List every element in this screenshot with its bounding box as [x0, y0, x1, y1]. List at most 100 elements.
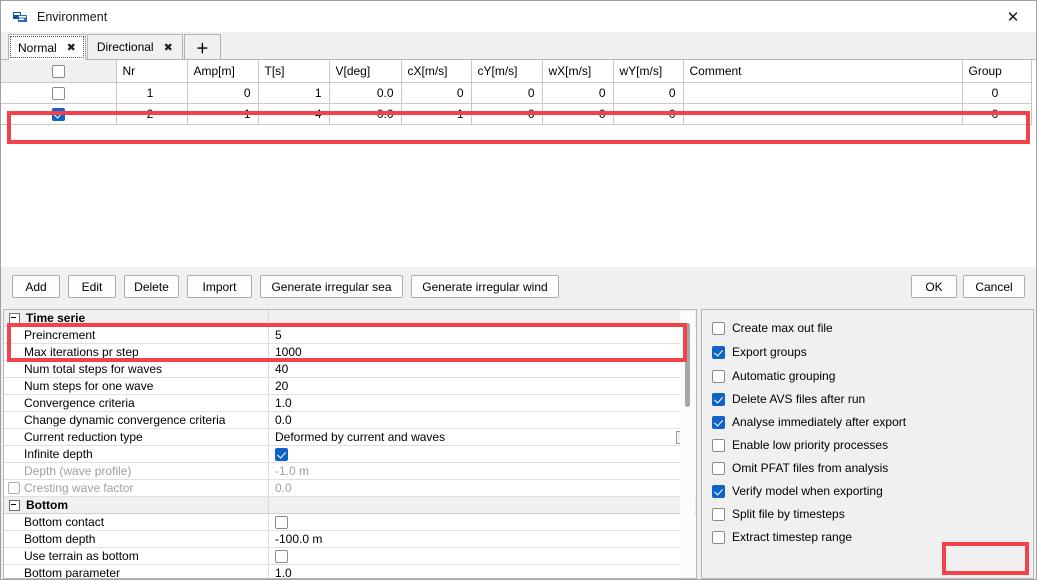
col-t[interactable]: T[s]: [258, 60, 330, 83]
property-value[interactable]: 5: [269, 327, 696, 343]
cancel-button[interactable]: Cancel: [963, 275, 1025, 298]
collapse-icon[interactable]: [9, 499, 20, 511]
table-row[interactable]: 1 0 1 0.0 0 0 0 0 0: [1, 82, 1032, 104]
close-icon[interactable]: ✕: [990, 1, 1036, 32]
infinite-depth-checkbox[interactable]: [275, 447, 288, 461]
option-split-file-by-timesteps[interactable]: Split file by timesteps: [712, 505, 845, 523]
generate-irregular-wind-button[interactable]: Generate irregular wind: [411, 275, 559, 298]
table-row[interactable]: 2 1 4 0.0 1 0 0 0 0: [1, 103, 1032, 125]
cell-wy[interactable]: 0: [613, 103, 684, 125]
ok-button[interactable]: OK: [911, 275, 957, 298]
automatic-grouping-checkbox[interactable]: [712, 369, 725, 383]
extract-timestep-range-checkbox[interactable]: [712, 530, 725, 544]
option-omit-pfat-files-from-analysis[interactable]: Omit PFAT files from analysis: [712, 459, 888, 477]
select-all-header[interactable]: [1, 60, 117, 83]
property-row-bottom-contact[interactable]: Bottom contact: [4, 514, 696, 531]
col-vdeg[interactable]: V[deg]: [329, 60, 402, 83]
tab-normal-close-icon[interactable]: ✖: [67, 41, 76, 54]
cell-amp[interactable]: 0: [187, 82, 259, 104]
col-wx[interactable]: wX[m/s]: [542, 60, 614, 83]
property-value[interactable]: 1.0: [269, 395, 696, 411]
property-group-time-serie[interactable]: Time serie: [4, 310, 696, 327]
property-value[interactable]: 40: [269, 361, 696, 377]
property-value[interactable]: [269, 548, 696, 564]
delete-button[interactable]: Delete: [124, 275, 179, 298]
export-groups-checkbox[interactable]: [712, 345, 725, 359]
option-verify-model-when-exporting[interactable]: Verify model when exporting: [712, 482, 883, 500]
col-nr[interactable]: Nr: [116, 60, 188, 83]
analyse-immediately-checkbox[interactable]: [712, 415, 725, 429]
cell-cx[interactable]: 1: [401, 103, 472, 125]
property-row-preincrement[interactable]: Preincrement 5: [4, 327, 696, 344]
option-enable-low-priority-processes[interactable]: Enable low priority processes: [712, 436, 888, 454]
tab-directional-close-icon[interactable]: ✖: [164, 41, 173, 54]
cell-amp[interactable]: 1: [187, 103, 259, 125]
property-value[interactable]: 1000: [269, 344, 696, 360]
col-amp[interactable]: Amp[m]: [187, 60, 259, 83]
row-select-cell[interactable]: [1, 103, 117, 125]
cell-vdeg[interactable]: 0.0: [329, 82, 402, 104]
col-wy[interactable]: wY[m/s]: [613, 60, 684, 83]
select-all-checkbox[interactable]: [51, 65, 65, 79]
property-value[interactable]: [269, 514, 696, 530]
scrollbar-thumb[interactable]: [685, 323, 690, 407]
property-row-current-reduction-type[interactable]: Current reduction type Deformed by curre…: [4, 429, 696, 446]
property-grid-scrollbar[interactable]: [680, 311, 695, 578]
cell-wx[interactable]: 0: [542, 82, 614, 104]
tab-directional[interactable]: Directional ✖: [86, 34, 183, 59]
tab-normal[interactable]: Normal ✖: [8, 34, 86, 60]
bottom-contact-checkbox[interactable]: [275, 515, 288, 529]
cell-t[interactable]: 1: [258, 82, 330, 104]
split-file-checkbox[interactable]: [712, 507, 725, 521]
import-button[interactable]: Import: [187, 275, 252, 298]
cell-group[interactable]: 0: [962, 82, 1032, 104]
property-value[interactable]: Deformed by current and waves: [269, 429, 696, 445]
generate-irregular-sea-button[interactable]: Generate irregular sea: [260, 275, 403, 298]
row-select-cell[interactable]: [1, 82, 117, 104]
property-row-change-dynamic-convergence-criteria[interactable]: Change dynamic convergence criteria 0.0: [4, 412, 696, 429]
enable-low-priority-checkbox[interactable]: [712, 438, 725, 452]
cell-cy[interactable]: 0: [471, 103, 543, 125]
option-delete-avs-files-after-run[interactable]: Delete AVS files after run: [712, 390, 865, 408]
edit-button[interactable]: Edit: [68, 275, 116, 298]
property-value[interactable]: 20: [269, 378, 696, 394]
use-terrain-as-bottom-checkbox[interactable]: [275, 549, 288, 563]
create-max-out-file-checkbox[interactable]: [712, 321, 725, 335]
property-row-infinite-depth[interactable]: Infinite depth: [4, 446, 696, 463]
property-row-num-steps-for-one-wave[interactable]: Num steps for one wave 20: [4, 378, 696, 395]
col-comment[interactable]: Comment: [683, 60, 963, 83]
verify-model-checkbox[interactable]: [712, 484, 725, 498]
add-tab-button[interactable]: ＋: [183, 34, 221, 59]
cell-vdeg[interactable]: 0.0: [329, 103, 402, 125]
property-value[interactable]: [269, 446, 696, 462]
property-value[interactable]: 0.0: [269, 412, 696, 428]
property-row-use-terrain-as-bottom[interactable]: Use terrain as bottom: [4, 548, 696, 565]
property-row-bottom-depth[interactable]: Bottom depth -100.0 m: [4, 531, 696, 548]
collapse-icon[interactable]: [9, 312, 20, 324]
cresting-wave-factor-checkbox[interactable]: [8, 482, 20, 494]
option-create-max-out-file[interactable]: Create max out file: [712, 319, 833, 337]
cell-nr[interactable]: 1: [116, 82, 188, 104]
cell-cy[interactable]: 0: [471, 82, 543, 104]
option-analyse-immediately-after-export[interactable]: Analyse immediately after export: [712, 413, 906, 431]
cell-wy[interactable]: 0: [613, 82, 684, 104]
property-row-convergence-criteria[interactable]: Convergence criteria 1.0: [4, 395, 696, 412]
property-value[interactable]: 1.0: [269, 565, 696, 578]
row-checkbox[interactable]: [51, 87, 65, 101]
col-cx[interactable]: cX[m/s]: [401, 60, 472, 83]
row-checkbox[interactable]: [51, 108, 65, 122]
col-group[interactable]: Group: [962, 60, 1032, 83]
property-row-bottom-parameter[interactable]: Bottom parameter 1.0: [4, 565, 696, 578]
cell-comment[interactable]: [683, 103, 963, 125]
cell-t[interactable]: 4: [258, 103, 330, 125]
cell-nr[interactable]: 2: [116, 103, 188, 125]
cell-comment[interactable]: [683, 82, 963, 104]
col-cy[interactable]: cY[m/s]: [471, 60, 543, 83]
cell-cx[interactable]: 0: [401, 82, 472, 104]
omit-pfat-files-checkbox[interactable]: [712, 461, 725, 475]
property-row-num-total-steps-for-waves[interactable]: Num total steps for waves 40: [4, 361, 696, 378]
delete-avs-files-checkbox[interactable]: [712, 392, 725, 406]
cell-wx[interactable]: 0: [542, 103, 614, 125]
option-export-groups[interactable]: Export groups: [712, 343, 807, 361]
cell-group[interactable]: 0: [962, 103, 1032, 125]
